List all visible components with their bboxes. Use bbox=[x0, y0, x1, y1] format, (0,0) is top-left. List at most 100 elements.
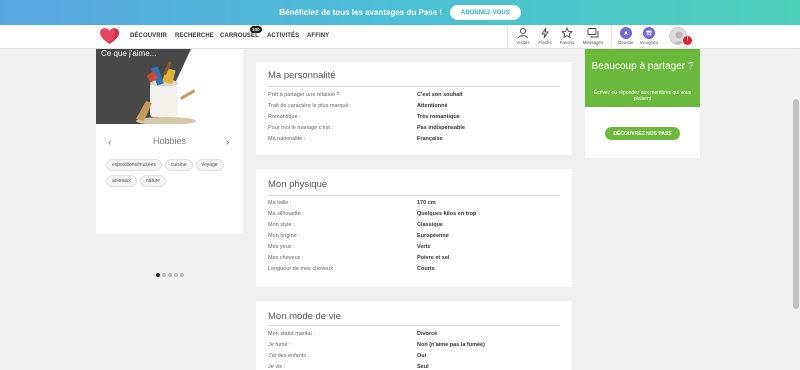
promo-text: Bénéficiez de tous les avantages du Pass… bbox=[279, 8, 443, 17]
hobby-tag: nature bbox=[139, 175, 167, 187]
detail-row: Pour moi le mariage c'est : Pas indispens… bbox=[268, 125, 560, 136]
top-nav: DÉCOUVRIR RECHERCHE CARROUSEL 100 ACTIVI… bbox=[0, 25, 800, 49]
detail-label: Pour moi le mariage c'est : bbox=[268, 125, 333, 131]
incognito-icon bbox=[643, 27, 655, 39]
divider bbox=[268, 86, 560, 87]
detail-value: Classique bbox=[417, 222, 443, 228]
carousel-dot[interactable] bbox=[162, 273, 166, 277]
cta-banner: Beaucoup à partager ? Écrivez ou réponde… bbox=[585, 49, 700, 107]
detail-value: Non (n'aime pas la fumée) bbox=[417, 342, 485, 348]
carousel-dot[interactable] bbox=[156, 273, 160, 277]
detail-label: Mon origine : bbox=[268, 233, 300, 239]
divider bbox=[268, 195, 560, 196]
nav-divider bbox=[507, 25, 508, 49]
detail-label: Mon style : bbox=[268, 222, 295, 228]
nav-messages-label: Messages bbox=[582, 40, 604, 45]
detail-label: Trait de caractère le plus marqué : bbox=[268, 103, 352, 109]
promo-banner: Bénéficiez de tous les avantages du Pass… bbox=[0, 0, 800, 25]
detail-row: Je vis : Seul bbox=[268, 364, 560, 370]
detail-value: Pas indispensable bbox=[417, 125, 465, 131]
detail-label: Ma silhouette : bbox=[268, 211, 304, 217]
physique-card: Mon physique Ma taille : 170 cm Ma silhoue… bbox=[256, 169, 572, 287]
detail-row: Mon style : Classique bbox=[268, 222, 560, 233]
detail-label: J'ai des enfants : bbox=[268, 353, 310, 359]
carrousel-count-badge: 100 bbox=[250, 26, 262, 33]
nav-affiny[interactable]: AFFINY bbox=[307, 33, 329, 39]
detail-label: Longueur de mes cheveux : bbox=[268, 266, 336, 272]
detail-label: Ma nationalité : bbox=[268, 136, 306, 142]
nav-messages[interactable]: Messages bbox=[580, 27, 606, 45]
detail-row: Trait de caractère le plus marqué : Atten… bbox=[268, 103, 560, 114]
carousel-dot[interactable] bbox=[180, 273, 184, 277]
detail-row: Ma taille : 170 cm bbox=[268, 200, 560, 211]
divider bbox=[268, 325, 560, 326]
nav-incognito[interactable]: Incognito bbox=[636, 27, 662, 45]
detail-row: Mes cheveux : Poivre et sel bbox=[268, 255, 560, 266]
detail-value: Quelques kilos en trop bbox=[417, 211, 477, 217]
star-icon bbox=[561, 27, 573, 38]
nav-favoris-label: Favoris bbox=[559, 40, 575, 45]
nav-activites[interactable]: ACTIVITÉS bbox=[267, 33, 299, 39]
detail-value: Très romantique bbox=[417, 114, 460, 120]
lifestyle-card: Mon mode de vie Mon statut marital : Divo… bbox=[256, 301, 572, 370]
detail-value: Poivre et sel bbox=[417, 255, 450, 261]
heart-logo-icon[interactable] bbox=[100, 28, 119, 45]
detail-row: Prêt à partager une relation ? C'est son … bbox=[268, 92, 560, 103]
flash-icon bbox=[541, 27, 549, 39]
personality-title: Ma personnalité bbox=[268, 70, 336, 81]
detail-label: Mes cheveux : bbox=[268, 255, 304, 261]
detail-row: Mon statut marital : Divorcé bbox=[268, 331, 560, 342]
nav-favoris[interactable]: Favoris bbox=[554, 27, 580, 45]
nav-recherche[interactable]: RECHERCHE bbox=[175, 33, 214, 39]
detail-value: Verts bbox=[417, 244, 431, 250]
detail-label: Romantique : bbox=[268, 114, 301, 120]
personality-card: Ma personnalité Prêt à partager une rela… bbox=[256, 62, 572, 155]
detail-row: Romantique : Très romantique bbox=[268, 114, 560, 125]
detail-value: C'est son souhait bbox=[417, 92, 463, 98]
detail-value: Courts bbox=[417, 266, 435, 272]
subscribe-button[interactable]: ABONNEZ-VOUS bbox=[450, 5, 521, 20]
nav-carrousel[interactable]: CARROUSEL bbox=[220, 33, 259, 39]
detail-row: Longueur de mes cheveux : Courts bbox=[268, 266, 560, 277]
cta-subtitle: Écrivez ou répondez aux membres qui vous… bbox=[593, 90, 692, 102]
detail-label: Je fume : bbox=[268, 342, 291, 348]
detail-label: Ma taille : bbox=[268, 200, 292, 206]
hobby-tag: voyage bbox=[195, 159, 224, 171]
detail-row: Je fume : Non (n'aime pas la fumée) bbox=[268, 342, 560, 353]
detail-value: Française bbox=[417, 136, 443, 142]
detail-value: Attentionné bbox=[417, 103, 448, 109]
lifestyle-title: Mon mode de vie bbox=[268, 311, 341, 322]
paint-bucket-illustration bbox=[136, 49, 243, 124]
detail-value: Européenne bbox=[417, 233, 449, 239]
cta-title: Beaucoup à partager ? bbox=[591, 61, 694, 72]
discover-pass-button[interactable]: DÉCOUVREZ NOS PASS bbox=[605, 127, 680, 140]
detail-label: Mes yeux : bbox=[268, 244, 295, 250]
detail-value: Seul bbox=[417, 364, 429, 370]
detail-label: Je vis : bbox=[268, 364, 286, 370]
nav-incognito-label: Incognito bbox=[639, 40, 659, 45]
alert-badge[interactable]: ! bbox=[683, 36, 692, 45]
hobby-tag: animaux bbox=[106, 175, 137, 187]
scrollbar[interactable] bbox=[792, 49, 800, 370]
detail-row: Ma silhouette : Quelques kilos en trop bbox=[268, 211, 560, 222]
cta-card: Beaucoup à partager ? Écrivez ou réponde… bbox=[585, 49, 700, 158]
detail-value: Oui bbox=[417, 353, 427, 359]
hobby-tags: expositions/musées cuisine voyage animau… bbox=[106, 159, 236, 187]
detail-row: J'ai des enfants : Oui bbox=[268, 353, 560, 364]
detail-row: Mon origine : Européenne bbox=[268, 233, 560, 244]
detail-label: Mon statut marital : bbox=[268, 331, 315, 337]
detail-row: Mes yeux : Verts bbox=[268, 244, 560, 255]
hobbies-next-arrow[interactable]: › bbox=[226, 137, 229, 148]
carousel-dot[interactable] bbox=[168, 273, 172, 277]
detail-value: Divorcé bbox=[417, 331, 438, 337]
carousel-dot[interactable] bbox=[174, 273, 178, 277]
carousel-dots bbox=[156, 273, 184, 277]
messages-icon bbox=[587, 28, 599, 38]
boost-icon bbox=[620, 27, 632, 39]
hobby-tag: expositions/musées bbox=[106, 159, 162, 171]
detail-row: Ma nationalité : Française bbox=[268, 136, 560, 147]
nav-decouvrir[interactable]: DÉCOUVRIR bbox=[130, 33, 167, 39]
detail-label: Prêt à partager une relation ? bbox=[268, 92, 340, 98]
hobbies-illustration: Ce que j'aime... bbox=[96, 49, 243, 124]
scrollbar-thumb[interactable] bbox=[793, 99, 799, 309]
